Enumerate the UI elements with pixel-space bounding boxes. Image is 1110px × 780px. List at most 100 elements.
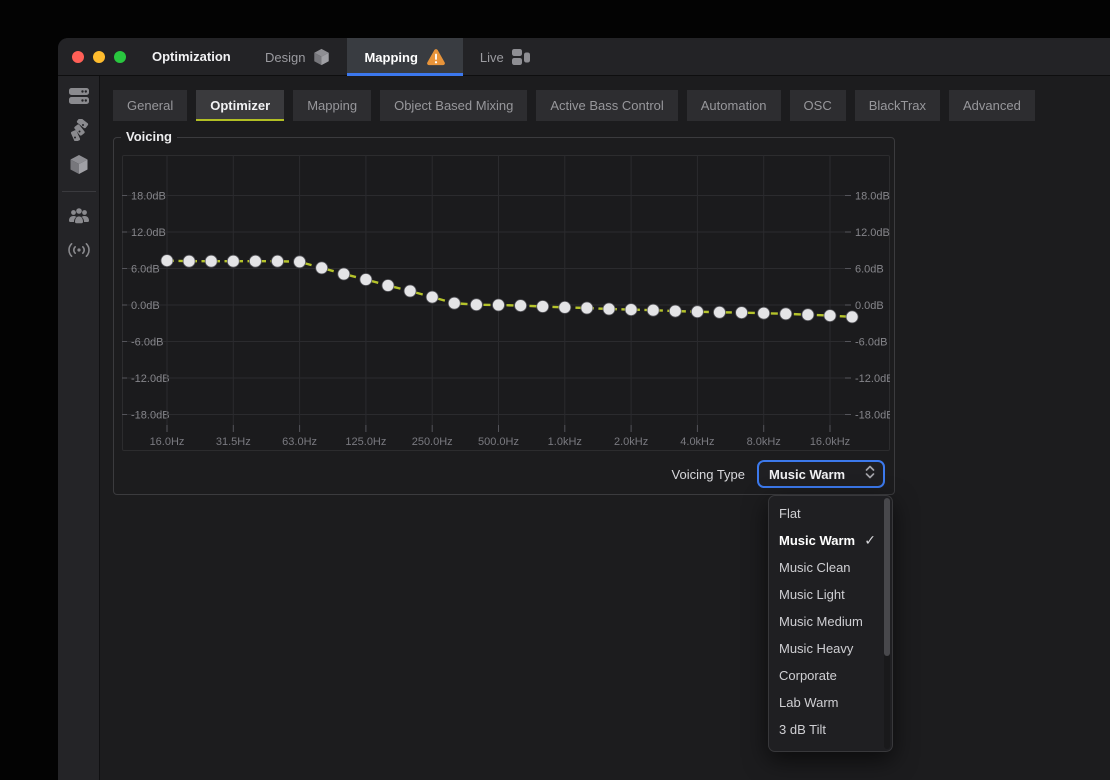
voicing-type-value: Music Warm	[769, 467, 865, 482]
x-axis-label: 125.0Hz	[345, 436, 386, 448]
cube-icon[interactable]	[62, 149, 96, 179]
layout-icon	[512, 49, 531, 65]
nav-tab-label: Design	[265, 50, 305, 65]
section-tab-bar: General Optimizer Mapping Object Based Mixi…	[113, 90, 1035, 121]
menu-item-label: Flat	[779, 506, 801, 521]
voicing-curve-point	[360, 274, 372, 286]
y-axis-label-left: -18.0dB	[131, 410, 170, 422]
menu-item-music-warm[interactable]: Music Warm ✓	[769, 527, 892, 554]
tab-optimizer[interactable]: Optimizer	[196, 90, 284, 121]
x-axis-label: 16.0Hz	[150, 436, 185, 448]
tab-blacktrax[interactable]: BlackTrax	[855, 90, 940, 121]
voicing-curve-point	[205, 255, 217, 267]
voicing-curve-point	[846, 311, 858, 323]
minimize-button[interactable]	[93, 51, 105, 63]
tab-general[interactable]: General	[113, 90, 187, 121]
voicing-curve-point	[603, 303, 615, 315]
y-axis-label-right: 12.0dB	[855, 227, 890, 239]
sidebar-divider	[62, 191, 96, 192]
cube-icon	[313, 48, 330, 66]
nav-tab-label: Live	[480, 50, 504, 65]
menu-item-music-light[interactable]: Music Light	[769, 581, 892, 608]
content-panel: General Optimizer Mapping Object Based Mixi…	[100, 76, 1110, 780]
voicing-curve-point	[802, 309, 814, 321]
close-button[interactable]	[72, 51, 84, 63]
menu-item-label: Music Clean	[779, 560, 851, 575]
voicing-curve-point	[470, 299, 482, 311]
menu-item-3-db-tilt[interactable]: 3 dB Tilt	[769, 716, 892, 743]
x-axis-label: 2.0kHz	[614, 436, 648, 448]
y-axis-label-left: 0.0dB	[131, 300, 160, 312]
amplifier-rack-icon[interactable]	[62, 81, 96, 111]
voicing-type-select[interactable]: Music Warm	[757, 460, 885, 488]
menu-item-label: Corporate	[779, 668, 837, 683]
voicing-curve-point	[736, 307, 748, 319]
x-axis-label: 31.5Hz	[216, 436, 251, 448]
broadcast-signal-icon[interactable]	[62, 235, 96, 265]
nav-tab-design[interactable]: Design	[248, 38, 347, 76]
menu-item-label: Music Light	[779, 587, 845, 602]
x-axis-label: 1.0kHz	[548, 436, 582, 448]
tab-active-bass-control[interactable]: Active Bass Control	[536, 90, 677, 121]
window-controls	[58, 51, 126, 63]
voicing-chart: 18.0dB18.0dB12.0dB12.0dB6.0dB6.0dB0.0dB0…	[122, 155, 890, 451]
voicing-curve-point	[227, 255, 239, 267]
menu-item-music-medium[interactable]: Music Medium	[769, 608, 892, 635]
title-bar: Optimization Design Mapping Live	[58, 38, 1110, 76]
voicing-type-label: Voicing Type	[672, 467, 745, 482]
x-axis-label: 500.0Hz	[478, 436, 519, 448]
voicing-curve-point	[183, 255, 195, 267]
nav-tab-label: Mapping	[364, 50, 417, 65]
main-area: General Optimizer Mapping Object Based Mixi…	[58, 76, 1110, 780]
voicing-curve-point	[426, 291, 438, 303]
menu-item-label: 3 dB Tilt	[779, 722, 826, 737]
y-axis-label-left: 6.0dB	[131, 264, 160, 276]
menu-item-label: Lab Warm	[779, 695, 838, 710]
tab-object-based-mixing[interactable]: Object Based Mixing	[380, 90, 527, 121]
x-axis-label: 250.0Hz	[412, 436, 453, 448]
menu-item-label: Music Heavy	[779, 641, 853, 656]
voicing-curve-point	[294, 256, 306, 268]
voicing-curve-point	[272, 255, 284, 267]
y-axis-label-left: 12.0dB	[131, 227, 166, 239]
voicing-curve-point	[448, 297, 460, 309]
nav-tab-mapping[interactable]: Mapping	[347, 38, 462, 76]
y-axis-label-left: -6.0dB	[131, 337, 163, 349]
menu-item-label: Music Warm	[779, 533, 855, 548]
tab-advanced[interactable]: Advanced	[949, 90, 1035, 121]
y-axis-label-right: -18.0dB	[855, 410, 890, 422]
voicing-curve-point	[559, 301, 571, 313]
voicing-curve-point	[714, 306, 726, 318]
voicing-curve-point	[691, 306, 703, 318]
group-icon[interactable]	[62, 201, 96, 231]
voicing-curve-point	[669, 305, 681, 317]
x-axis-label: 63.0Hz	[282, 436, 317, 448]
left-sidebar	[58, 76, 100, 780]
menu-item-music-clean[interactable]: Music Clean	[769, 554, 892, 581]
nav-tab-live[interactable]: Live	[463, 38, 548, 76]
voicing-curve-point	[382, 280, 394, 292]
menu-item-flat[interactable]: Flat	[769, 500, 892, 527]
menu-item-label: Music Medium	[779, 614, 863, 629]
menu-item-corporate[interactable]: Corporate	[769, 662, 892, 689]
checkmark-icon: ✓	[864, 532, 876, 549]
y-axis-label-right: 6.0dB	[855, 264, 884, 276]
tab-automation[interactable]: Automation	[687, 90, 781, 121]
workflow-nav: Design Mapping Live	[248, 38, 548, 76]
x-axis-label: 4.0kHz	[680, 436, 714, 448]
voicing-curve-point	[161, 255, 173, 267]
y-axis-label-left: -12.0dB	[131, 373, 170, 385]
chevron-up-down-icon	[865, 464, 875, 485]
menu-scrollbar-thumb[interactable]	[884, 498, 890, 656]
menu-item-lab-warm[interactable]: Lab Warm	[769, 689, 892, 716]
x-axis-label: 8.0kHz	[747, 436, 781, 448]
voicing-curve-point	[824, 310, 836, 322]
zoom-button[interactable]	[114, 51, 126, 63]
tab-osc[interactable]: OSC	[790, 90, 846, 121]
tab-mapping[interactable]: Mapping	[293, 90, 371, 121]
menu-item-music-heavy[interactable]: Music Heavy	[769, 635, 892, 662]
voicing-curve-point	[581, 302, 593, 314]
y-axis-label-left: 18.0dB	[131, 191, 166, 203]
line-array-icon[interactable]	[62, 115, 96, 145]
voicing-type-row: Voicing Type Music Warm	[672, 460, 885, 488]
